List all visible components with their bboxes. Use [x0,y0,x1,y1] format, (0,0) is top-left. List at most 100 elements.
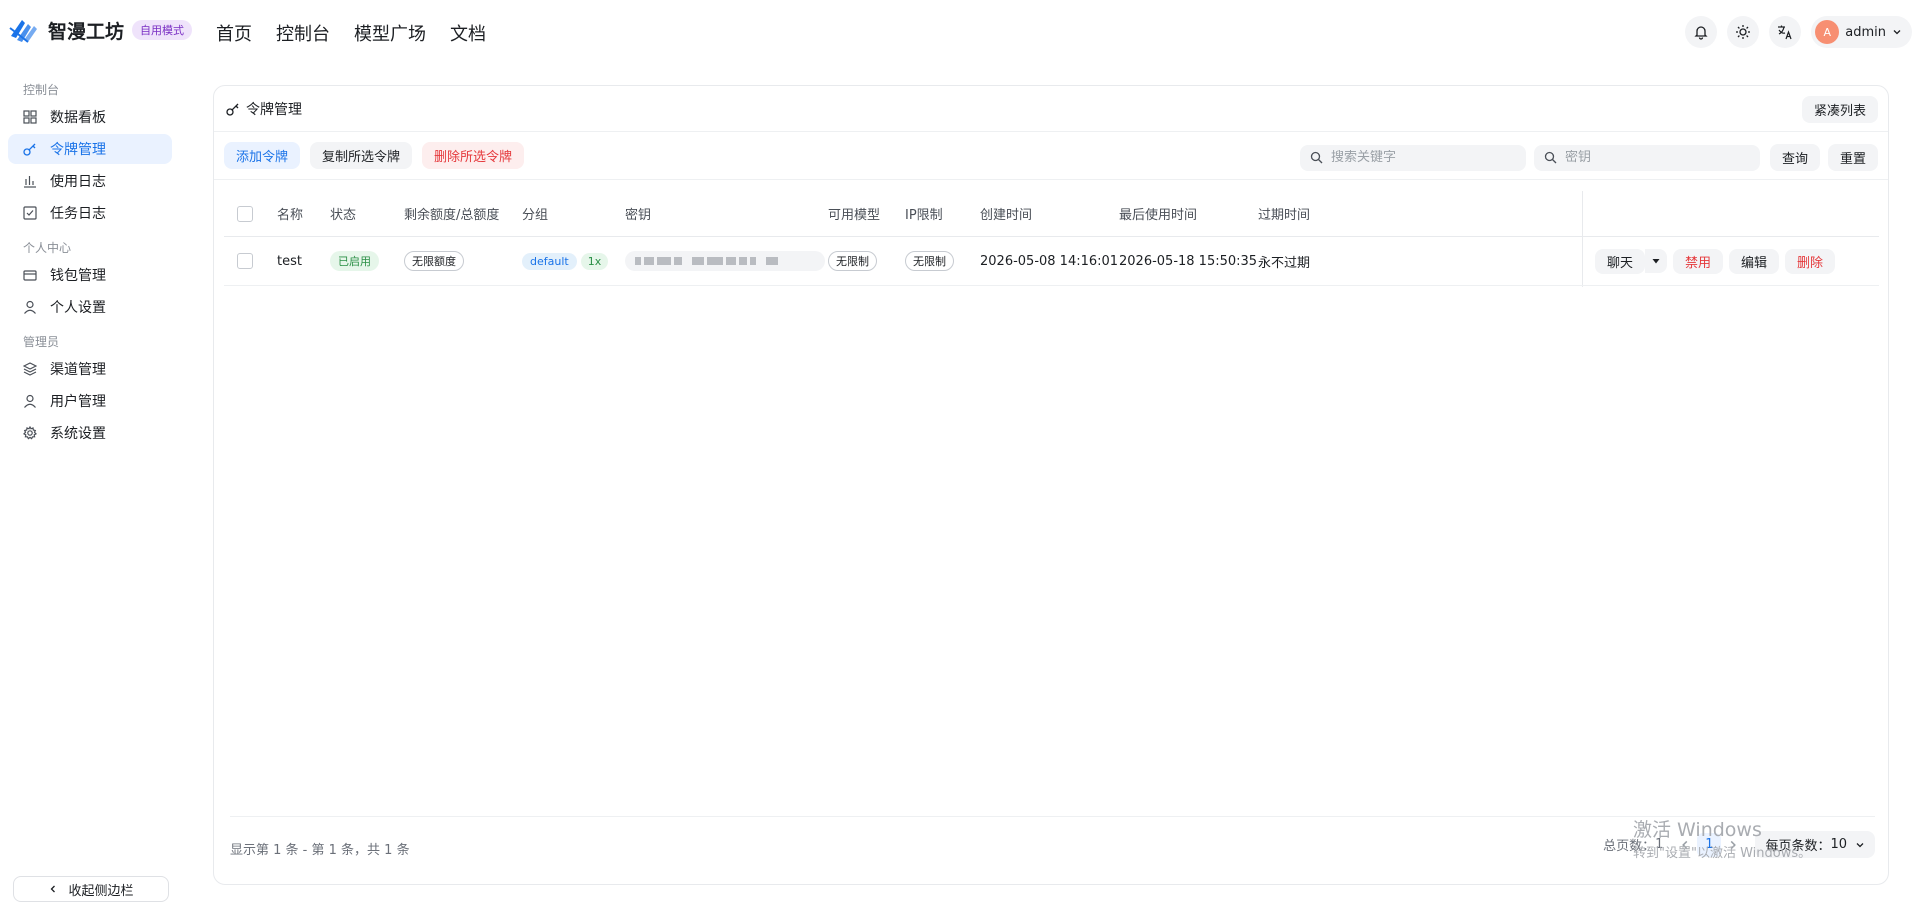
col-expires: 过期时间 [1258,208,1311,223]
status-badge: 已启用 [330,251,379,271]
col-name: 名称 [277,208,304,223]
sidebar-item-label: 任务日志 [50,206,106,222]
expires-time: 永不过期 [1258,255,1311,271]
search-area: 查询 重置 [1299,144,1878,171]
chevron-right-icon[interactable] [1727,839,1739,851]
sidebar-item-label: 系统设置 [50,426,106,442]
copy-selected-button[interactable]: 复制所选令牌 [310,142,413,169]
chevron-left-icon[interactable] [1679,839,1691,851]
key-icon [226,103,239,116]
col-created: 创建时间 [980,208,1033,223]
user-menu[interactable]: A admin [1811,16,1912,48]
key-search-input[interactable] [1564,150,1745,165]
sidebar-item-label: 钱包管理 [50,268,106,284]
nav-docs[interactable]: 文档 [450,20,486,46]
chart-icon [22,173,38,189]
card-header: 令牌管理 紧凑列表 [214,86,1888,132]
nav-model-square[interactable]: 模型广场 [354,20,426,46]
sidebar-group-console: 控制台 [23,83,60,97]
sidebar-item-dashboard[interactable]: 数据看板 [8,102,172,132]
language-button[interactable] [1769,16,1802,48]
page-title: 令牌管理 [246,101,302,118]
created-time: 2026-05-08 14:16:01 [980,253,1119,269]
add-token-button[interactable]: 添加令牌 [224,142,301,169]
dashboard-icon [22,109,38,125]
key-cell[interactable] [625,237,825,285]
row-checkbox[interactable] [237,253,253,269]
edit-button[interactable]: 编辑 [1729,248,1780,274]
select-all-checkbox[interactable] [237,205,253,222]
ip-cell: 无限制 [905,237,954,285]
sidebar-item-label: 个人设置 [50,300,106,316]
page-number-current[interactable]: 1 [1697,832,1722,857]
delete-selected-button[interactable]: 删除所选令牌 [422,142,525,169]
chevron-down-icon [1893,30,1901,35]
sidebar-item-users[interactable]: 用户管理 [8,386,172,416]
search-icon [1544,151,1557,164]
keyword-search-input[interactable] [1330,150,1511,165]
sidebar-item-usage-logs[interactable]: 使用日志 [8,166,172,196]
disable-button[interactable]: 禁用 [1673,248,1724,274]
mode-badge: 自用模式 [132,20,193,40]
sidebar-group-personal: 个人中心 [23,241,72,255]
col-group: 分组 [522,208,549,223]
reset-button[interactable]: 重置 [1827,144,1878,171]
group-badge: default [522,252,577,270]
sidebar-item-label: 用户管理 [50,394,106,410]
col-status: 状态 [330,208,357,223]
sidebar-item-tokens[interactable]: 令牌管理 [8,134,172,164]
delete-button[interactable]: 删除 [1785,248,1836,274]
brand[interactable]: 智漫工坊 自用模式 [8,14,193,46]
table-header: 名称 状态 剩余额度/总额度 分组 密钥 可用模型 IP限制 创建时间 最后使用… [224,191,1879,237]
pagination-summary: 显示第 1 条 - 第 1 条，共 1 条 [230,843,410,858]
nav-home[interactable]: 首页 [216,20,252,46]
collapse-sidebar-button[interactable]: 收起侧边栏 [13,876,169,902]
page-size-select[interactable]: 每页条数： 10 [1755,831,1875,858]
sidebar-item-label: 使用日志 [50,174,106,190]
sidebar-item-personal-settings[interactable]: 个人设置 [8,292,172,322]
status-cell: 已启用 [330,237,379,285]
sun-icon [1736,25,1751,39]
user-icon [22,393,38,409]
chat-button[interactable]: 聊天 [1595,248,1646,274]
bell-icon [1694,26,1708,40]
wallet-icon [22,267,38,283]
tokens-table: 名称 状态 剩余额度/总额度 分组 密钥 可用模型 IP限制 创建时间 最后使用… [224,191,1879,287]
sidebar-item-system-settings[interactable]: 系统设置 [8,418,172,448]
layers-icon [22,361,38,377]
theme-toggle-button[interactable] [1727,16,1760,48]
token-name: test [277,253,302,269]
sidebar-item-label: 渠道管理 [50,362,106,378]
models-badge: 无限制 [828,251,877,271]
key-search-box [1533,144,1760,171]
sidebar-item-wallet[interactable]: 钱包管理 [8,260,172,290]
sidebar-item-label: 数据看板 [50,110,106,126]
total-pages-value: 1 [1655,837,1664,852]
pagination-footer: 显示第 1 条 - 第 1 条，共 1 条 总页数： 1 1 每页条数： 10 [230,816,1875,876]
chat-dropdown-button[interactable] [1645,249,1668,273]
col-last-used: 最后使用时间 [1119,208,1198,223]
user-icon [22,299,38,315]
toolbar: 添加令牌 复制所选令牌 删除所选令牌 查询 重置 [214,132,1888,180]
sidebar-group-admin: 管理员 [23,335,60,349]
total-pages-label: 总页数： [1603,839,1656,854]
quota-cell: 无限额度 [404,237,464,285]
sidebar-item-task-logs[interactable]: 任务日志 [8,198,172,228]
checklist-icon [22,205,38,221]
sidebar-item-channels[interactable]: 渠道管理 [8,354,172,384]
col-quota: 剩余额度/总额度 [404,208,500,223]
gear-icon [22,425,38,441]
masked-key[interactable] [625,251,825,271]
compact-list-button[interactable]: 紧凑列表 [1801,96,1878,123]
page-size-label: 每页条数： [1765,839,1831,854]
notification-button[interactable] [1685,16,1718,48]
col-ip: IP限制 [905,208,943,223]
brand-name: 智漫工坊 [48,20,125,43]
chevron-down-icon [1856,842,1864,847]
chevron-left-icon [51,885,56,893]
avatar: A [1815,20,1840,44]
query-button[interactable]: 查询 [1769,144,1820,171]
nav-console[interactable]: 控制台 [276,20,330,46]
user-name: admin [1845,24,1886,40]
ip-badge: 无限制 [905,251,954,271]
